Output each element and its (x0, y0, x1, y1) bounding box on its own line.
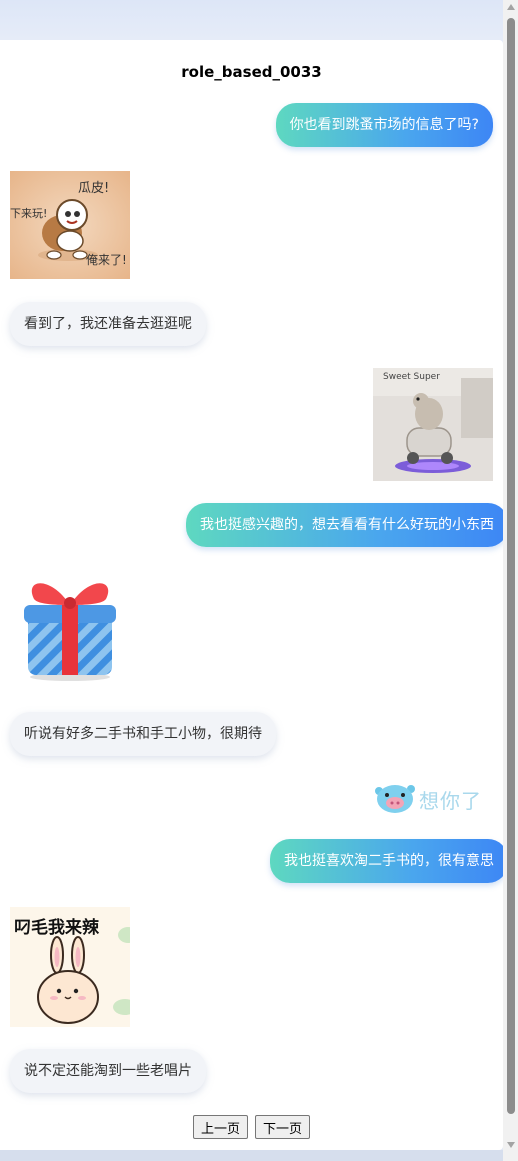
sticker-caption: Sweet Super (383, 372, 440, 382)
pagination: 上一页 下一页 (0, 1115, 503, 1139)
window-bottom-edge (0, 1150, 518, 1161)
message-bubble-outgoing: 你也看到跳蚤市场的信息了吗? (275, 103, 493, 147)
scroll-up-arrow-icon[interactable] (507, 4, 515, 10)
hamster-scooter-sticker: Sweet Super (373, 368, 493, 481)
message-bubble-outgoing: 我也挺喜欢淘二手书的，很有意思 (270, 839, 508, 883)
conversation-title: role_based_0033 (181, 63, 322, 81)
sticker-caption: 俺来了! (86, 253, 127, 267)
scrollbar-thumb[interactable] (507, 18, 515, 1114)
message-bubble-incoming: 听说有好多二手书和手工小物，很期待 (10, 712, 276, 756)
miss-you-pig-sticker: 想你了 (373, 775, 493, 819)
bunny-coming-sticker: 叼毛我来辣 (10, 907, 130, 1027)
sticker-caption: 下来玩! (10, 207, 48, 220)
sticker-caption: 叼毛我来辣 (14, 918, 99, 938)
message-bubble-outgoing: 我也挺感兴趣的，想去看看有什么好玩的小东西 (186, 503, 508, 547)
message-bubble-incoming: 说不定还能淘到一些老唱片 (10, 1049, 206, 1093)
prev-page-button[interactable]: 上一页 (192, 1115, 248, 1139)
scroll-down-arrow-icon[interactable] (507, 1142, 515, 1148)
sticker-caption: 想你了 (419, 789, 482, 813)
gift-box-sticker (20, 573, 120, 683)
message-bubble-incoming: 看到了，我还准备去逛逛呢 (10, 302, 206, 346)
turtle-astronaut-sticker: 瓜皮! 下来玩! 俺来了! (10, 171, 130, 279)
next-page-button[interactable]: 下一页 (255, 1115, 311, 1139)
sticker-caption: 瓜皮! (78, 181, 110, 196)
